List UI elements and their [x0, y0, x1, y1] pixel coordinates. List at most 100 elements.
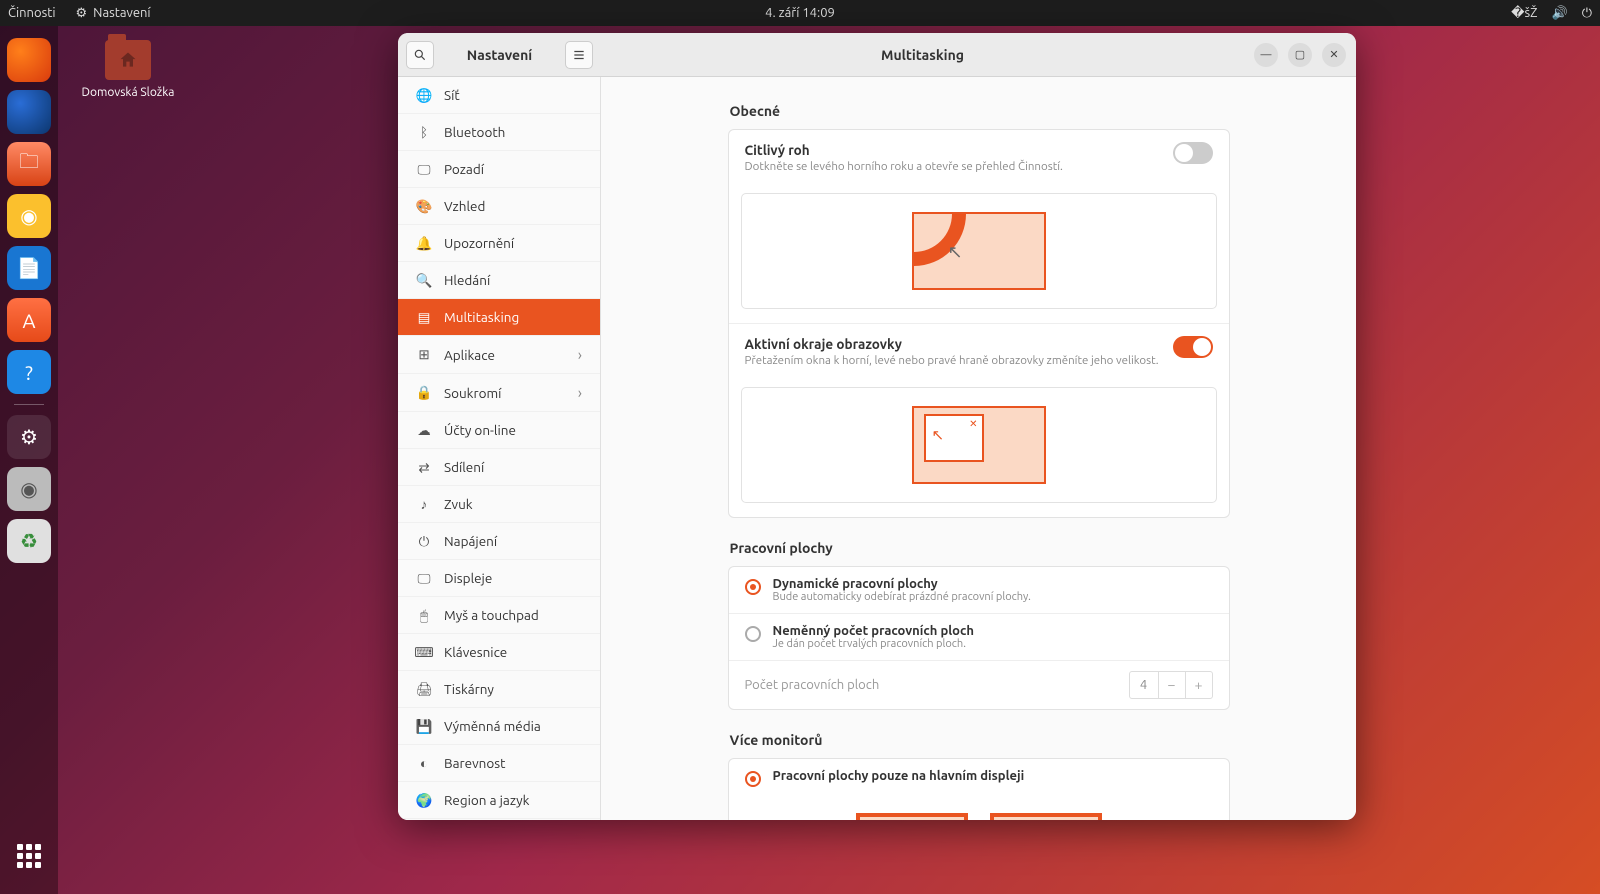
workspaces-count-row: Počet pracovních ploch 4 − +	[729, 660, 1229, 709]
sidebar-item-search[interactable]: 🔍Hledání	[398, 262, 600, 299]
count-increment[interactable]: +	[1185, 671, 1213, 699]
radio-label: Dynamické pracovní plochy	[773, 577, 1031, 591]
sidebar-item-applications[interactable]: ⊞Aplikace›	[398, 336, 600, 374]
maximize-button[interactable]: ▢	[1288, 43, 1312, 67]
sidebar-item-privacy[interactable]: 🔒Soukromí›	[398, 374, 600, 412]
hot-corner-title: Citlivý roh	[745, 142, 1163, 158]
bluetooth-icon: ᛒ	[416, 124, 432, 140]
desktop-home-folder[interactable]: Domovská Složka	[78, 40, 178, 99]
screen-edges-desc: Přetažením okna k horní, levé nebo pravé…	[745, 354, 1163, 367]
section-title-workspaces: Pracovní plochy	[730, 540, 1230, 556]
sidebar-item-label: Klávesnice	[444, 644, 507, 660]
radio-desc: Bude automaticky odebírat prázdné pracov…	[773, 591, 1031, 603]
sidebar-item-background[interactable]: 🖵 Pozadí	[398, 151, 600, 188]
sidebar-item-label: Pozadí	[444, 161, 484, 177]
volume-icon[interactable]: 🔊	[1552, 6, 1568, 21]
sidebar-item-sharing[interactable]: ⇄Sdílení	[398, 449, 600, 486]
sidebar-item-keyboard[interactable]: ⌨Klávesnice	[398, 634, 600, 671]
radio-primary-only[interactable]	[745, 771, 761, 787]
monitor-icon: 🖵	[416, 570, 432, 586]
sidebar-item-label: Napájení	[444, 533, 497, 549]
sidebar-item-label: Hledání	[444, 272, 490, 288]
section-title-general: Obecné	[730, 103, 1230, 119]
dock-writer[interactable]: 📄	[7, 246, 51, 290]
sidebar-item-color[interactable]: ◐Barevnost	[398, 745, 600, 782]
settings-content: Obecné Citlivý roh Dotkněte se levého ho…	[601, 77, 1356, 820]
radio-label: Pracovní plochy pouze na hlavním displej…	[773, 769, 1025, 783]
desktop-icon-label: Domovská Složka	[78, 86, 178, 99]
activities-button[interactable]: Činnosti	[8, 6, 56, 20]
search-button[interactable]	[406, 41, 434, 69]
count-value: 4	[1129, 671, 1159, 699]
sidebar-item-label: Soukromí	[444, 385, 501, 401]
radio-dynamic[interactable]	[745, 579, 761, 595]
mouse-icon: 🖱	[416, 607, 432, 623]
count-decrement[interactable]: −	[1158, 671, 1186, 699]
sidebar-item-displays[interactable]: 🖵Displeje	[398, 560, 600, 597]
sidebar-item-network[interactable]: 🌐Síť	[398, 77, 600, 114]
minimize-button[interactable]: —	[1254, 43, 1278, 67]
monitors-primary-row[interactable]: Pracovní plochy pouze na hlavním displej…	[729, 759, 1229, 797]
dock-trash[interactable]: ♻	[7, 519, 51, 563]
chevron-right-icon: ›	[578, 384, 582, 401]
hamburger-button[interactable]	[565, 41, 593, 69]
cloud-icon: ☁	[416, 422, 432, 438]
workspaces-dynamic-row[interactable]: Dynamické pracovní plochy Bude automatic…	[729, 567, 1229, 613]
card-monitors: Pracovní plochy pouze na hlavním displej…	[728, 758, 1230, 820]
dock-disc[interactable]: ◉	[7, 467, 51, 511]
sidebar-item-label: Barevnost	[444, 755, 505, 771]
sidebar-item-notifications[interactable]: 🔔 Upozornění	[398, 225, 600, 262]
hot-corner-illustration: ↖	[741, 193, 1217, 309]
sidebar-item-label: Zvuk	[444, 496, 473, 512]
appearance-icon: 🎨	[416, 198, 432, 214]
window-title: Multitasking	[601, 33, 1244, 76]
globe-icon: 🌐	[416, 87, 432, 103]
app-menu[interactable]: ⚙ Nastavení	[76, 6, 151, 21]
titlebar: Nastavení Multitasking — ▢ ✕	[398, 33, 1356, 77]
sidebar-item-label: Region a jazyk	[444, 792, 529, 808]
sidebar-item-power[interactable]: ⏻Napájení	[398, 523, 600, 560]
sidebar-item-removable-media[interactable]: 💾Výměnná média	[398, 708, 600, 745]
dock-settings[interactable]: ⚙	[7, 415, 51, 459]
multitasking-icon: ▤	[416, 309, 432, 325]
radio-fixed[interactable]	[745, 626, 761, 642]
close-button[interactable]: ✕	[1322, 43, 1346, 67]
sidebar-item-sound[interactable]: ♪ Zvuk	[398, 486, 600, 523]
dock-show-applications[interactable]	[7, 834, 51, 878]
sidebar-item-multitasking[interactable]: ▤Multitasking	[398, 299, 600, 336]
screen-edges-toggle[interactable]	[1173, 336, 1213, 358]
top-panel: Činnosti ⚙ Nastavení 4. září 14:09 �šŽ 🔊…	[0, 0, 1600, 26]
apps-grid-icon	[17, 844, 41, 868]
dock-rhythmbox[interactable]: ◉	[7, 194, 51, 238]
power-icon[interactable]: ⏻	[1582, 6, 1592, 21]
dock-firefox[interactable]	[7, 38, 51, 82]
sidebar-item-label: Účty on-line	[444, 422, 516, 438]
close-icon: ✕	[969, 418, 977, 430]
dock-help[interactable]: ?	[7, 350, 51, 394]
sidebar-item-bluetooth[interactable]: ᛒBluetooth	[398, 114, 600, 151]
card-workspaces: Dynamické pracovní plochy Bude automatic…	[728, 566, 1230, 710]
sidebar-item-label: Tiskárny	[444, 681, 494, 697]
sidebar-item-online-accounts[interactable]: ☁ Účty on-line	[398, 412, 600, 449]
cursor-icon: ↖	[948, 242, 963, 263]
hot-corner-toggle[interactable]	[1173, 142, 1213, 164]
settings-sidebar: 🌐Síť ᛒBluetooth 🖵 Pozadí 🎨Vzhled 🔔 Upozorn…	[398, 77, 601, 820]
media-icon: 💾	[416, 718, 432, 734]
gear-icon: ⚙	[76, 6, 88, 21]
dock-files[interactable]: 🗀	[7, 142, 51, 186]
network-icon[interactable]: �šŽ	[1511, 6, 1537, 21]
share-icon: ⇄	[416, 459, 432, 475]
dock-software[interactable]: A	[7, 298, 51, 342]
sidebar-item-appearance[interactable]: 🎨Vzhled	[398, 188, 600, 225]
dock-thunderbird[interactable]	[7, 90, 51, 134]
sidebar-item-label: Upozornění	[444, 235, 514, 251]
sidebar-item-printers[interactable]: 🖨Tiskárny	[398, 671, 600, 708]
sidebar-item-mouse[interactable]: 🖱Myš a touchpad	[398, 597, 600, 634]
workspaces-fixed-row[interactable]: Neměnný počet pracovních ploch Je dán po…	[729, 613, 1229, 660]
bell-icon: 🔔	[416, 235, 432, 251]
clock[interactable]: 4. září 14:09	[765, 6, 835, 20]
folder-icon	[105, 40, 151, 80]
display-icon: 🖵	[416, 161, 432, 177]
sidebar-item-region[interactable]: 🌍Region a jazyk	[398, 782, 600, 819]
music-icon: ♪	[416, 496, 432, 512]
